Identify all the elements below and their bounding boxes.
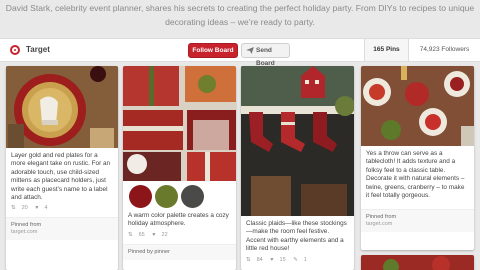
comment-icon: ✎ bbox=[293, 256, 298, 263]
pin-counts: ⇅ 65 ♥ 22 bbox=[123, 232, 236, 238]
repin-count: 84 bbox=[256, 256, 263, 263]
board-description: David Stark, celebrity event planner, sh… bbox=[5, 3, 475, 27]
swatch-olive bbox=[155, 185, 178, 208]
pin-footer[interactable]: Pinned from target.com bbox=[6, 217, 118, 241]
pin-counts: ⇅ 20 ♥ 4 bbox=[6, 205, 118, 211]
pin-footer-source[interactable]: target.com bbox=[366, 221, 469, 228]
repin-count: 20 bbox=[21, 205, 28, 212]
pin-footer-title: Pinned by pinner bbox=[128, 248, 170, 255]
pin-counts: ⇅ 84 ♥ 15 ✎ 1 bbox=[241, 257, 354, 263]
pin-image-holiday-table[interactable] bbox=[361, 66, 474, 146]
pin-footer[interactable]: Pinned from target.com bbox=[361, 209, 474, 233]
follow-board-button[interactable]: Follow Board bbox=[188, 43, 238, 58]
comment-count: 1 bbox=[303, 256, 307, 263]
pin-image-partial[interactable] bbox=[361, 255, 474, 270]
swatch-red bbox=[129, 185, 152, 208]
like-count: 15 bbox=[279, 256, 286, 263]
pin-card[interactable]: Classic plaids—like these stockings—make… bbox=[241, 66, 354, 270]
repin-icon: ⇅ bbox=[128, 231, 133, 238]
pin-image-stockings[interactable] bbox=[241, 66, 354, 216]
send-board-button[interactable]: Send Board bbox=[241, 43, 290, 67]
target-logo-icon[interactable] bbox=[10, 45, 20, 55]
pin-caption: Yes a throw can serve as a tablecloth! I… bbox=[366, 150, 465, 200]
pin-card[interactable]: A warm color palette creates a cozy holi… bbox=[123, 66, 236, 270]
pin-caption: Layer gold and red plates for a more ele… bbox=[11, 152, 111, 202]
like-icon: ♥ bbox=[35, 205, 39, 212]
pin-image-wrapped-gifts[interactable] bbox=[123, 66, 236, 181]
pin-footer-source[interactable]: target.com bbox=[11, 229, 113, 236]
send-board-label: Send Board bbox=[256, 47, 275, 67]
pin-card[interactable] bbox=[361, 255, 474, 270]
send-icon bbox=[246, 47, 254, 54]
pin-footer-title: Pinned from bbox=[11, 222, 42, 229]
pin-card[interactable]: Yes a throw can serve as a tablecloth! I… bbox=[361, 66, 474, 250]
like-count: 4 bbox=[44, 205, 48, 212]
like-count: 22 bbox=[161, 231, 168, 238]
followers-count-tab[interactable]: 74,923 Followers bbox=[408, 39, 480, 61]
pin-caption: Classic plaids—like these stockings—make… bbox=[246, 220, 347, 253]
repin-count: 65 bbox=[138, 231, 145, 238]
pin-caption: A warm color palette creates a cozy holi… bbox=[128, 212, 229, 228]
pin-image-table-setting[interactable] bbox=[6, 66, 118, 148]
board-header-bar: Target Follow Board Send Board 165 Pins … bbox=[0, 38, 480, 67]
pins-count-tab[interactable]: 165 Pins bbox=[364, 39, 408, 61]
repin-icon: ⇅ bbox=[246, 256, 251, 263]
board-owner-name[interactable]: Target bbox=[26, 45, 50, 54]
color-palette bbox=[123, 181, 236, 212]
repin-icon: ⇅ bbox=[11, 205, 16, 212]
swatch-dark bbox=[181, 185, 204, 208]
pin-footer-title: Pinned from bbox=[366, 214, 397, 221]
like-icon: ♥ bbox=[270, 256, 274, 263]
like-icon: ♥ bbox=[152, 231, 156, 238]
pin-footer[interactable]: Pinned by pinner bbox=[123, 243, 236, 260]
pin-card[interactable]: Layer gold and red plates for a more ele… bbox=[6, 66, 118, 270]
